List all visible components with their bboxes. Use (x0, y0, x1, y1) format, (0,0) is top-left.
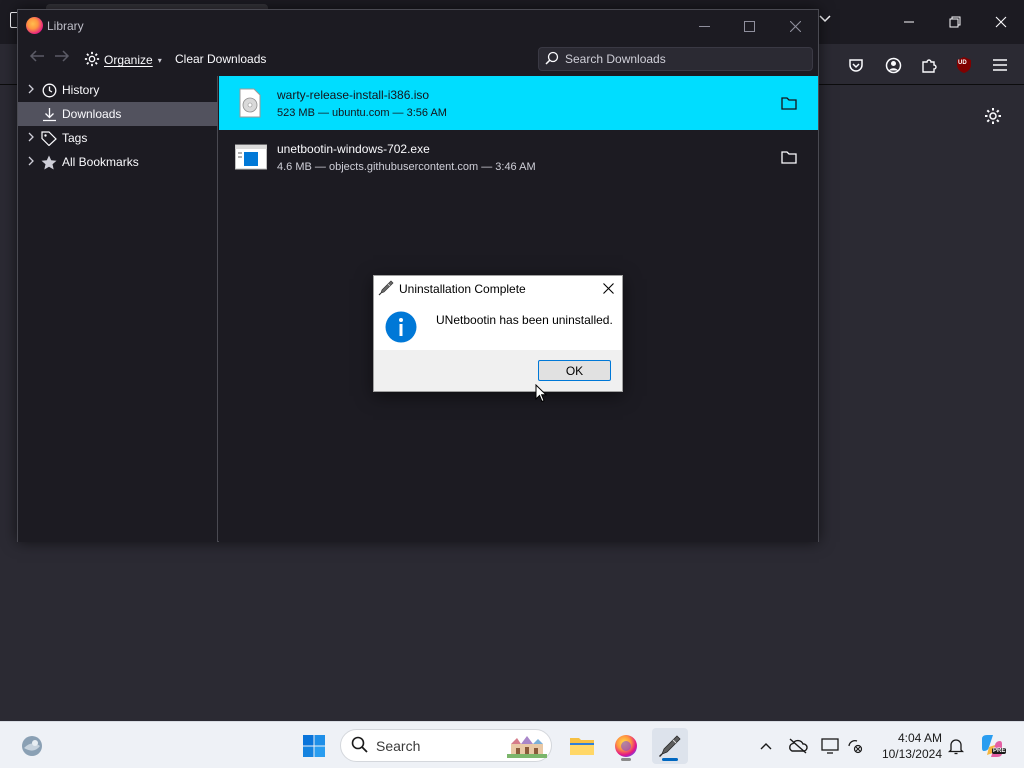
download-filename: warty-release-install-i386.iso (277, 88, 430, 102)
unetbootin-taskbar-button[interactable] (652, 728, 688, 764)
download-details: 4.6 MB — objects.githubusercontent.com —… (277, 161, 536, 173)
download-item[interactable]: warty-release-install-i386.iso 523 MB — … (219, 76, 818, 130)
clock-icon (40, 82, 58, 98)
chevron-right-icon[interactable] (24, 156, 38, 169)
browser-restore-button[interactable] (932, 0, 978, 44)
menu-icon[interactable] (986, 52, 1014, 78)
exe-file-icon (235, 142, 267, 172)
account-icon[interactable] (879, 52, 907, 78)
uninstall-complete-dialog: Uninstallation Complete UNetbootin has b… (373, 275, 623, 392)
widgets-icon[interactable] (14, 728, 50, 764)
folder-icon[interactable] (781, 150, 797, 164)
search-downloads-field[interactable] (538, 47, 813, 71)
onedrive-icon[interactable] (787, 735, 809, 757)
folder-icon[interactable] (781, 96, 797, 110)
mouse-cursor-icon (535, 383, 548, 403)
firefox-icon[interactable] (608, 728, 644, 764)
ublock-badge: UD (958, 60, 967, 66)
disc-image-icon (235, 88, 265, 118)
ublock-icon[interactable]: UD (950, 52, 978, 78)
sidebar-item-label: Downloads (62, 107, 122, 121)
file-explorer-icon[interactable] (564, 728, 600, 764)
start-icon[interactable] (296, 728, 332, 764)
taskbar: Search 4:04 AM 10/13/2024 PRE (0, 721, 1024, 768)
forward-arrow-icon[interactable] (51, 49, 73, 69)
bell-icon[interactable] (945, 735, 967, 757)
dialog-body: UNetbootin has been uninstalled. (374, 300, 622, 350)
library-sidebar: History Downloads Tags All Bookmarks (18, 76, 218, 542)
taskbar-search-label: Search (376, 737, 421, 754)
dialog-title: Uninstallation Complete (399, 282, 526, 296)
search-downloads-input[interactable] (565, 52, 795, 66)
organize-label: Organize (104, 53, 153, 67)
sidebar-item-label: All Bookmarks (62, 155, 139, 169)
display-icon[interactable] (819, 735, 841, 757)
browser-minimize-button[interactable] (886, 0, 932, 44)
library-minimize-button[interactable] (681, 10, 727, 43)
unetbootin-icon (378, 280, 394, 296)
sidebar-item-label: Tags (62, 131, 88, 145)
gear-icon[interactable] (980, 104, 1006, 128)
extensions-icon[interactable] (915, 52, 943, 78)
library-maximize-button[interactable] (726, 10, 772, 43)
chevron-up-icon[interactable] (755, 735, 777, 757)
download-item[interactable]: unetbootin-windows-702.exe 4.6 MB — obje… (219, 130, 818, 184)
info-icon (385, 311, 417, 343)
download-filename: unetbootin-windows-702.exe (277, 142, 430, 156)
download-details: 523 MB — ubuntu.com — 3:56 AM (277, 107, 447, 119)
active-indicator (662, 758, 678, 761)
chevron-down-icon: ▾ (157, 55, 162, 65)
sidebar-item-all-bookmarks[interactable]: All Bookmarks (18, 150, 218, 174)
library-close-button[interactable] (772, 10, 818, 43)
library-title: Library (47, 19, 84, 33)
sidebar-item-history[interactable]: History (18, 78, 218, 102)
organize-button[interactable]: Organize ▾ (84, 49, 162, 71)
dialog-message: UNetbootin has been uninstalled. (436, 313, 613, 327)
chevron-right-icon[interactable] (24, 84, 38, 97)
clear-downloads-button[interactable]: Clear Downloads (175, 52, 266, 66)
gear-icon (84, 51, 100, 70)
star-icon (40, 154, 58, 170)
chevron-right-icon[interactable] (24, 132, 38, 145)
sidebar-item-tags[interactable]: Tags (18, 126, 218, 150)
taskbar-search-box[interactable]: Search (340, 729, 552, 762)
tag-icon (40, 130, 58, 146)
back-arrow-icon[interactable] (26, 49, 48, 69)
clock-time[interactable]: 4:04 AM (872, 731, 942, 745)
copilot-icon[interactable]: PRE (978, 732, 1007, 760)
sidebar-item-downloads[interactable]: Downloads (18, 102, 218, 126)
running-indicator (621, 758, 631, 761)
clock-date[interactable]: 10/13/2024 (868, 747, 942, 761)
firefox-logo-icon (26, 17, 43, 34)
search-icon (351, 736, 368, 756)
sidebar-item-label: History (62, 83, 100, 97)
search-highlight-image (507, 734, 547, 758)
network-icon[interactable] (844, 735, 866, 757)
search-icon (545, 51, 559, 68)
browser-close-button[interactable] (978, 0, 1024, 44)
ok-button[interactable]: OK (538, 360, 611, 381)
copilot-badge: PRE (992, 748, 1007, 754)
download-icon (40, 106, 58, 122)
pocket-icon[interactable] (842, 52, 870, 78)
close-icon[interactable] (598, 279, 618, 297)
